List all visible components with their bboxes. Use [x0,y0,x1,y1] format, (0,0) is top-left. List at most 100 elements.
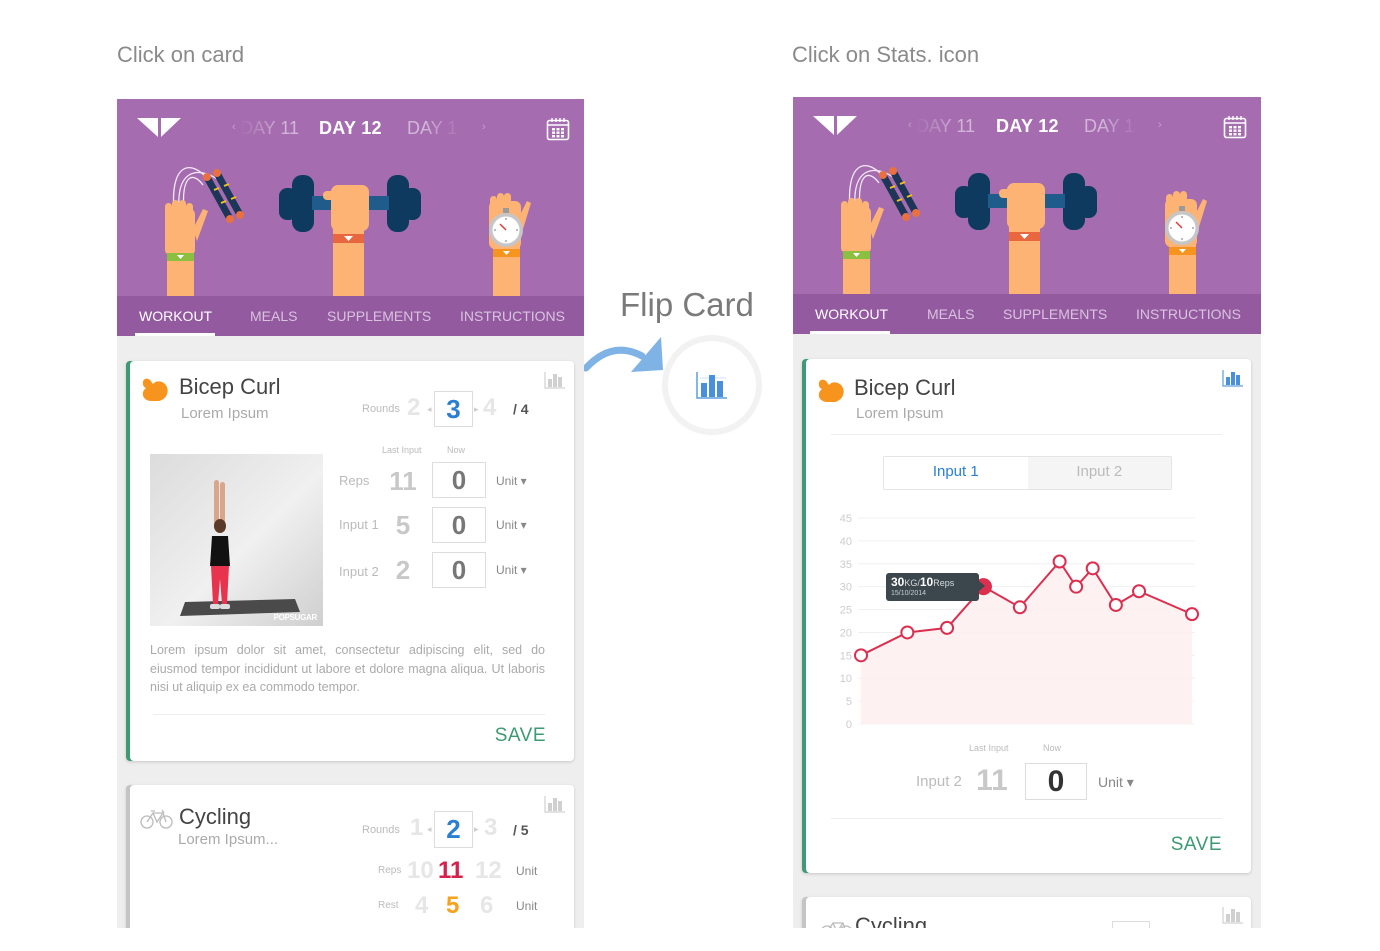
round-prev-arrow-icon[interactable]: ◂ [427,403,432,415]
rest-prev[interactable]: 4 [415,891,428,921]
exercise-stats-card[interactable]: Bicep Curl Lorem Ipsum Input 1 Input 2 0… [802,359,1251,873]
bar-chart-icon[interactable] [1222,906,1244,924]
input2-unit-dropdown[interactable]: Unit ▾ [1098,773,1134,791]
data-point[interactable] [1069,579,1084,594]
round-current-box[interactable]: 2 [434,811,473,848]
calendar-icon[interactable] [546,117,570,141]
round-prev[interactable]: 2 [407,393,420,423]
now-header: Now [447,445,466,455]
y-tick-label: 25 [840,605,852,617]
save-button[interactable]: SAVE [495,724,546,748]
reps-last-value: 11 [389,466,417,496]
tab-supplements[interactable]: SUPPLEMENTS [1003,304,1107,324]
input-segmented-control: Input 1 Input 2 [883,456,1172,490]
exercise-description: Lorem ipsum dolor sit amet, consectetur … [150,643,545,694]
exercise-title: Bicep Curl [854,375,956,400]
input2-last-value: 2 [395,555,411,585]
reps-unit-dropdown[interactable]: Unit ▾ [496,473,527,489]
data-point[interactable] [1185,607,1199,622]
data-point[interactable] [900,625,915,640]
round-current-box[interactable]: 3 [434,391,473,427]
data-point[interactable] [1085,561,1100,576]
y-tick-label: 15 [840,650,852,662]
brand-logo-icon[interactable] [813,116,857,136]
rest-unit[interactable]: Unit [516,898,537,914]
round-next[interactable]: 3 [484,813,497,843]
y-tick-label: 20 [840,627,852,639]
input1-label: Input 1 [339,517,379,532]
rest-current[interactable]: 5 [446,891,459,921]
data-point[interactable] [1132,584,1147,599]
bar-chart-icon[interactable] [544,371,566,389]
day-prev-link[interactable]: DAY 11 [916,114,975,138]
input2-now-input[interactable]: 0 [1025,763,1087,800]
y-tick-label: 35 [840,559,852,571]
save-button[interactable]: SAVE [1171,833,1222,857]
tab-meals[interactable]: MEALS [250,306,297,326]
day-next-link[interactable]: DAY 13 [1084,114,1144,138]
exercise-title: Cycling [855,913,928,928]
bar-chart-icon[interactable] [544,795,566,813]
data-point[interactable] [1052,554,1067,569]
input2-now-input[interactable]: 0 [432,552,486,588]
last-input-header: Last Input [969,743,1009,753]
brand-logo-icon[interactable] [137,118,181,138]
jump-rope-hand-illustration [165,167,244,296]
input1-unit-dropdown[interactable]: Unit ▾ [496,517,527,533]
stopwatch-hand-illustration [1165,191,1207,294]
exercise-card-bicep-curl[interactable]: Bicep Curl Lorem Ipsum Rounds 2 ◂ 3 ▸ 4 … [126,361,574,761]
exercise-title: Cycling [179,804,252,829]
data-point[interactable] [854,648,868,663]
exercise-card-cycling[interactable]: Cycling Lorem Ipsum... Rounds 1 ◂ 2 ▸ 3 … [126,785,574,928]
reps-current[interactable]: 11 [438,856,463,886]
rest-label: Rest [378,900,399,911]
round-next-arrow-icon[interactable]: ▸ [474,403,479,415]
day-prev-arrow-icon[interactable]: ‹ [908,119,912,131]
input2-unit-dropdown[interactable]: Unit ▾ [496,562,527,578]
reps-next[interactable]: 12 [475,856,502,886]
input2-last-value: 11 [976,764,1008,797]
input2-label: Input 2 [916,773,962,790]
rounds-total: / 4 [513,401,529,417]
day-next-link[interactable]: DAY 13 [407,116,467,140]
rest-next[interactable]: 6 [480,891,493,921]
stats-icon-button-highlight[interactable] [668,341,756,429]
tab-instructions[interactable]: INSTRUCTIONS [460,306,565,326]
data-point[interactable] [1012,600,1027,615]
segment-input-1[interactable]: Input 1 [884,457,1028,489]
tab-instructions[interactable]: INSTRUCTIONS [1136,304,1241,324]
round-current-box[interactable] [1112,921,1150,928]
day-prev-link[interactable]: DAY 11 [240,116,299,140]
tab-meals[interactable]: MEALS [927,304,974,324]
reps-prev[interactable]: 10 [407,856,434,886]
exercise-subtitle: Lorem Ipsum [181,405,269,422]
round-prev[interactable]: 1 [410,813,423,843]
tab-workout[interactable]: WORKOUT [139,306,212,326]
reps-unit[interactable]: Unit [516,863,537,879]
dumbbell-hand-illustration [279,175,421,296]
rounds-total: / 5 [513,822,529,838]
tab-supplements[interactable]: SUPPLEMENTS [327,306,431,326]
reps-label: Reps [339,473,370,488]
day-next-arrow-icon[interactable]: › [1158,119,1162,131]
left-caption: Click on card [117,42,245,67]
round-prev-arrow-icon[interactable]: ◂ [427,823,432,835]
reps-now-input[interactable]: 0 [432,462,486,498]
day-prev-arrow-icon[interactable]: ‹ [232,121,236,133]
input1-now-input[interactable]: 0 [432,507,486,543]
round-next-arrow-icon[interactable]: ▸ [474,823,479,835]
exercise-subtitle: Lorem Ipsum... [178,831,279,848]
bar-chart-icon[interactable] [1222,369,1244,387]
round-next[interactable]: 4 [483,393,496,423]
calendar-icon[interactable] [1223,115,1247,139]
data-point[interactable] [940,620,955,635]
y-tick-label: 40 [840,536,852,548]
segment-input-2[interactable]: Input 2 [1027,457,1171,489]
exercise-card-cycling[interactable]: Cycling [802,897,1251,928]
data-point[interactable] [1108,597,1123,612]
tab-workout[interactable]: WORKOUT [815,304,888,324]
day-next-arrow-icon[interactable]: › [482,121,486,133]
flip-arrow-icon [582,337,663,372]
photo-watermark: POPSUGAR [273,613,318,622]
progress-line-chart: 0 5 10 15 20 25 30 35 40 45 [840,513,1199,731]
